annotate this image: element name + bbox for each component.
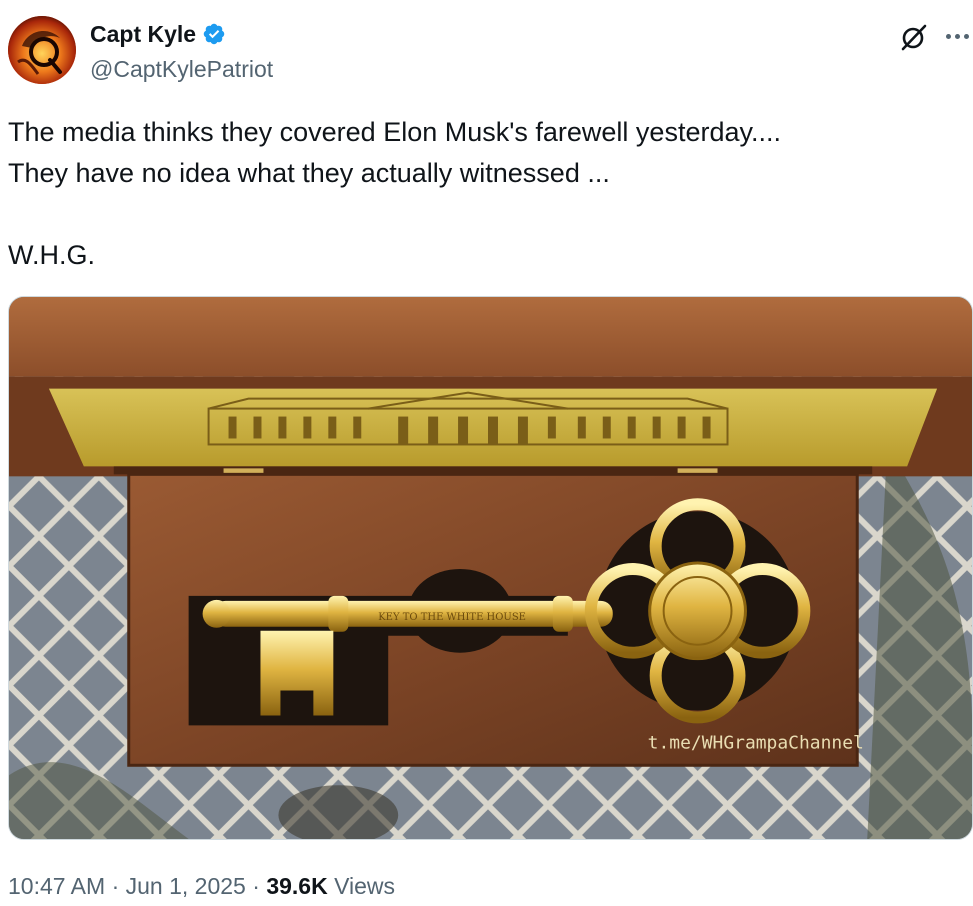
- verified-badge-icon[interactable]: [202, 22, 226, 46]
- tweet-media-photo[interactable]: t.me/WHGrampaChannel KEY TO THE WHITE HO…: [8, 296, 973, 840]
- tweet-line: [8, 194, 958, 235]
- tweet-line: The media thinks they covered Elon Musk'…: [8, 117, 781, 147]
- tweet-time[interactable]: 10:47 AM: [8, 872, 105, 900]
- grok-icon[interactable]: [899, 22, 929, 52]
- author-name-row: Capt Kyle: [90, 20, 226, 48]
- meta-separator: ·: [105, 873, 126, 899]
- tweet-line: They have no idea what they actually wit…: [8, 158, 610, 188]
- tweet-line: W.H.G.: [8, 240, 95, 270]
- views-count[interactable]: 39.6K: [266, 872, 327, 900]
- tweet-date[interactable]: Jun 1, 2025: [126, 872, 246, 900]
- avatar[interactable]: [8, 16, 76, 84]
- views-label: Views: [327, 873, 396, 899]
- tweet-text: The media thinks they covered Elon Musk'…: [8, 112, 958, 276]
- author-display-name[interactable]: Capt Kyle: [90, 20, 196, 48]
- tweet-meta: 10:47 AM · Jun 1, 2025 · 39.6K Views: [8, 872, 395, 900]
- key-in-box-photo: t.me/WHGrampaChannel KEY TO THE WHITE HO…: [9, 297, 972, 839]
- media-watermark: t.me/WHGrampaChannel: [648, 732, 864, 753]
- more-dots-icon[interactable]: [946, 24, 973, 48]
- phoenix-q-avatar: [8, 16, 76, 84]
- meta-separator: ·: [245, 873, 267, 899]
- author-handle[interactable]: @CaptKylePatriot: [90, 55, 273, 83]
- key-engraving: KEY TO THE WHITE HOUSE: [378, 612, 526, 623]
